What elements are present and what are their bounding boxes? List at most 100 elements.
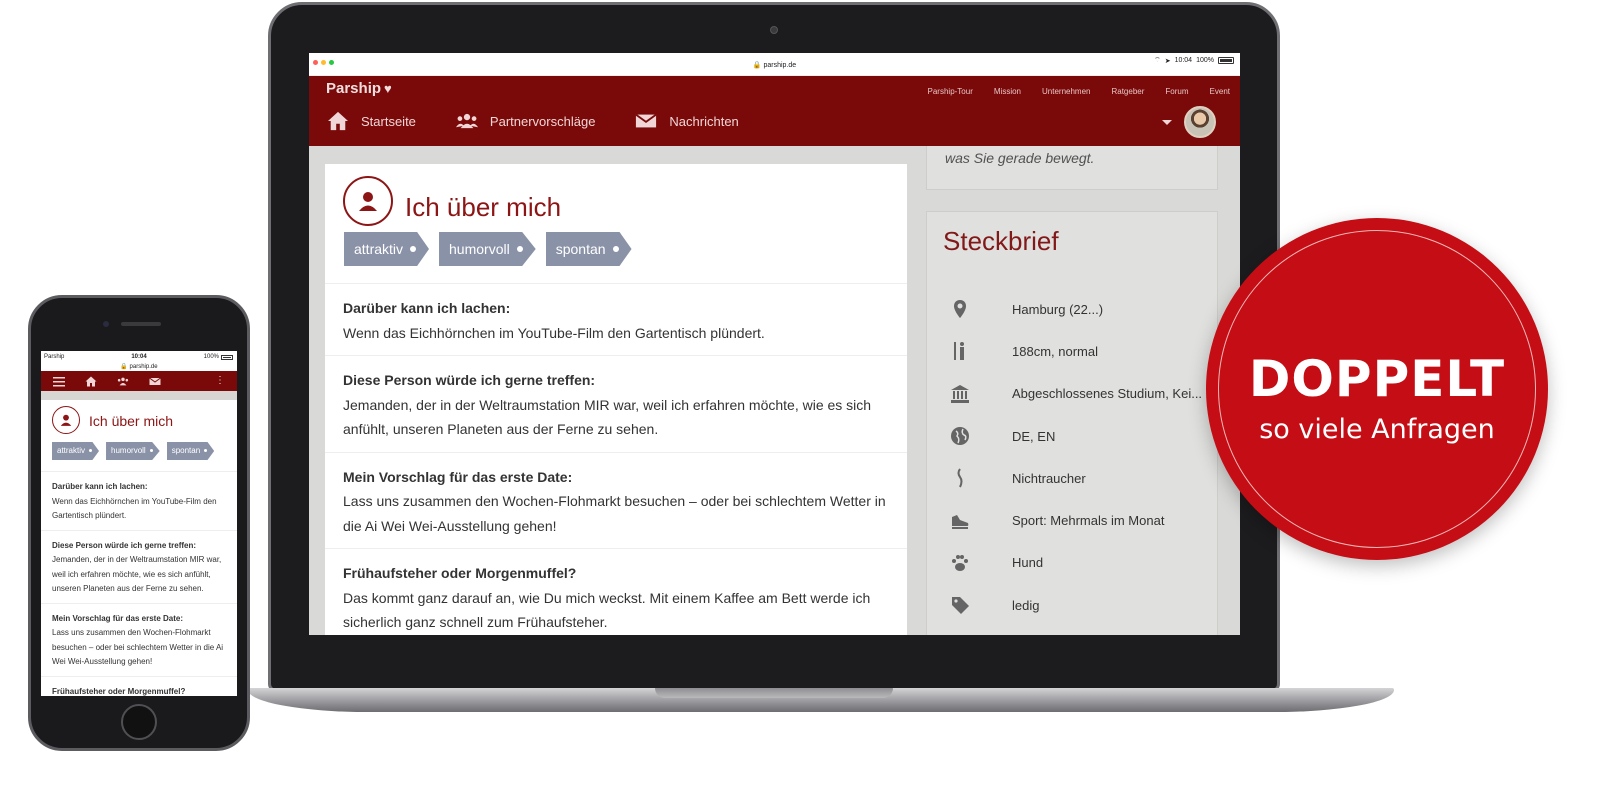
top-link-forum[interactable]: Forum: [1165, 87, 1188, 96]
phone-camera: [103, 321, 109, 327]
qa-question: Mein Vorschlag für das erste Date:: [52, 613, 183, 623]
qa-question: Diese Person würde ich gerne treffen:: [52, 540, 197, 550]
card-header: Ich über mich attraktiv humorvoll sponta…: [325, 164, 907, 284]
home-icon: [328, 111, 348, 131]
tag-spontan: spontan: [545, 232, 632, 266]
phone-spacer: [41, 391, 237, 400]
tag-attraktiv: attraktiv: [344, 232, 430, 266]
location-pin-icon: [949, 298, 971, 320]
battery-icon: [1218, 57, 1234, 64]
people-icon: [455, 113, 478, 129]
profile-content: was Sie gerade bewegt. Steckbrief Hambur…: [309, 146, 1240, 635]
tag-humorvoll: humorvoll: [106, 442, 160, 460]
steckbrief-row-pets: Hund: [927, 542, 1217, 584]
steckbrief-value: Sport: Mehrmals im Monat: [1012, 513, 1165, 529]
nav-partnervorschlaege[interactable]: Partnervorschläge: [455, 111, 596, 131]
avatar[interactable]: [1184, 106, 1216, 138]
phone-frame: Parship 10:04 100% 🔒 parship.de ⋮ Ich üb…: [28, 295, 250, 751]
person-icon: [343, 176, 393, 226]
qa-answer: Das kommt ganz darauf an, wie Du mich we…: [343, 589, 871, 631]
battery-icon: [221, 354, 233, 360]
phone-card-title: Ich über mich: [89, 413, 174, 429]
steckbrief-list: Hamburg (22...) 188cm, normal Abgeschlos…: [927, 288, 1217, 626]
nav-startseite[interactable]: Startseite: [327, 111, 416, 131]
home-icon[interactable]: [85, 376, 97, 387]
phone-qa-item: Darüber kann ich lachen: Wenn das Eichhö…: [41, 472, 237, 531]
top-link-mission[interactable]: Mission: [994, 87, 1021, 96]
chevron-down-icon[interactable]: [1162, 119, 1172, 125]
globe-icon: [949, 425, 971, 447]
promo-badge-headline: DOPPELT: [1248, 350, 1506, 408]
ich-ueber-mich-card: Ich über mich attraktiv humorvoll sponta…: [325, 164, 907, 635]
person-icon: [52, 406, 80, 434]
phone-speaker: [121, 322, 161, 326]
steckbrief-title: Steckbrief: [943, 226, 1059, 256]
qa-question: Frühaufsteher oder Morgenmuffel?: [343, 565, 577, 581]
top-link-unternehmen[interactable]: Unternehmen: [1042, 87, 1090, 96]
shoe-icon: [949, 510, 971, 532]
promo-badge: DOPPELT so viele Anfragen: [1206, 218, 1548, 560]
height-icon: [949, 340, 971, 362]
main-nav: Startseite Partnervorschläge Nachrichten: [327, 111, 739, 131]
qa-item: Frühaufsteher oder Morgenmuffel? Das kom…: [325, 549, 907, 635]
logo-text: Parship: [326, 80, 382, 97]
phone-battery-percent: 100%: [203, 354, 219, 360]
qa-answer: Lass uns zusammen den Wochen-Flohmarkt b…: [343, 493, 886, 534]
qa-answer: Wenn das Eichhörnchen im YouTube-Film de…: [343, 324, 765, 341]
qa-question: Frühaufsteher oder Morgenmuffel?: [52, 686, 186, 696]
steckbrief-row-location: Hamburg (22...): [927, 288, 1217, 330]
steckbrief-value: DE, EN: [1012, 428, 1056, 444]
qa-answer: Lass uns zusammen den Wochen-Flohmarkt b…: [52, 628, 224, 666]
laptop-screen: 🔒 parship.de ⌔ ➤ 10:04 100% Parship ♥ Pa…: [309, 53, 1240, 635]
phone-home-button[interactable]: [121, 704, 157, 740]
card-title: Ich über mich: [405, 192, 562, 222]
sidebar-top-text: was Sie gerade bewegt.: [945, 150, 1095, 166]
top-links: Parship-Tour Mission Unternehmen Ratgebe…: [928, 87, 1230, 96]
steckbrief-value: Hund: [1012, 555, 1044, 571]
url-text: parship.de: [763, 62, 797, 69]
phone-tag-list: attraktiv humorvoll spontan: [52, 442, 215, 460]
phone-nav: ⋮: [41, 371, 237, 391]
tag-attraktiv: attraktiv: [52, 442, 100, 460]
paw-icon: [949, 552, 971, 574]
nav-nachrichten[interactable]: Nachrichten: [635, 111, 739, 131]
promo-badge-subline: so viele Anfragen: [1259, 414, 1495, 445]
hamburger-menu-icon[interactable]: [53, 376, 65, 387]
sidebar: was Sie gerade bewegt. Steckbrief Hambur…: [926, 146, 1218, 635]
qa-item: Diese Person würde ich gerne treffen: Je…: [325, 356, 907, 453]
steckbrief-row-smoking: Nichtraucher: [927, 457, 1217, 499]
parship-logo[interactable]: Parship ♥: [326, 80, 392, 97]
status-indicators: ⌔ ➤ 10:04 100%: [1154, 56, 1234, 65]
tag-icon: [949, 594, 971, 616]
top-link-event[interactable]: Event: [1210, 87, 1230, 96]
people-icon[interactable]: [117, 376, 129, 387]
steckbrief-value: ledig: [1012, 597, 1040, 613]
qa-question: Darüber kann ich lachen:: [52, 482, 148, 491]
top-link-parship-tour[interactable]: Parship-Tour: [928, 87, 973, 96]
status-time: 10:04: [1174, 57, 1193, 64]
envelope-icon: [635, 113, 658, 128]
steckbrief-value: Nichtraucher: [1012, 470, 1086, 486]
nav-label: Startseite: [361, 113, 416, 129]
envelope-icon[interactable]: [149, 376, 161, 387]
steckbrief-value: 188cm, normal: [1012, 343, 1098, 359]
steckbrief-row-languages: DE, EN: [927, 415, 1217, 457]
steckbrief-row-education: Abgeschlossenes Studium, Kei...: [927, 373, 1217, 415]
steckbrief-row-height: 188cm, normal: [927, 330, 1217, 372]
phone-url-text: parship.de: [129, 364, 158, 370]
battery-percent: 100%: [1196, 57, 1214, 64]
steckbrief-row-sport: Sport: Mehrmals im Monat: [927, 499, 1217, 541]
qa-answer: Wenn das Eichhörnchen im YouTube-Film de…: [52, 496, 217, 521]
more-options-icon[interactable]: ⋮: [215, 376, 225, 386]
phone-url[interactable]: 🔒 parship.de: [41, 363, 237, 370]
laptop-notch: [655, 688, 893, 698]
address-bar[interactable]: 🔒 parship.de: [309, 61, 1240, 69]
top-link-ratgeber[interactable]: Ratgeber: [1111, 87, 1144, 96]
phone-screen: Parship 10:04 100% 🔒 parship.de ⋮ Ich üb…: [41, 351, 237, 696]
steckbrief-card: Steckbrief Hamburg (22...) 188cm, normal…: [926, 211, 1218, 635]
tag-list: attraktiv humorvoll spontan: [344, 232, 632, 266]
nav-label: Partnervorschläge: [489, 113, 596, 129]
steckbrief-value: Hamburg (22...): [1012, 301, 1104, 317]
user-menu[interactable]: [1162, 106, 1216, 138]
sidebar-top-card: was Sie gerade bewegt.: [926, 146, 1218, 190]
